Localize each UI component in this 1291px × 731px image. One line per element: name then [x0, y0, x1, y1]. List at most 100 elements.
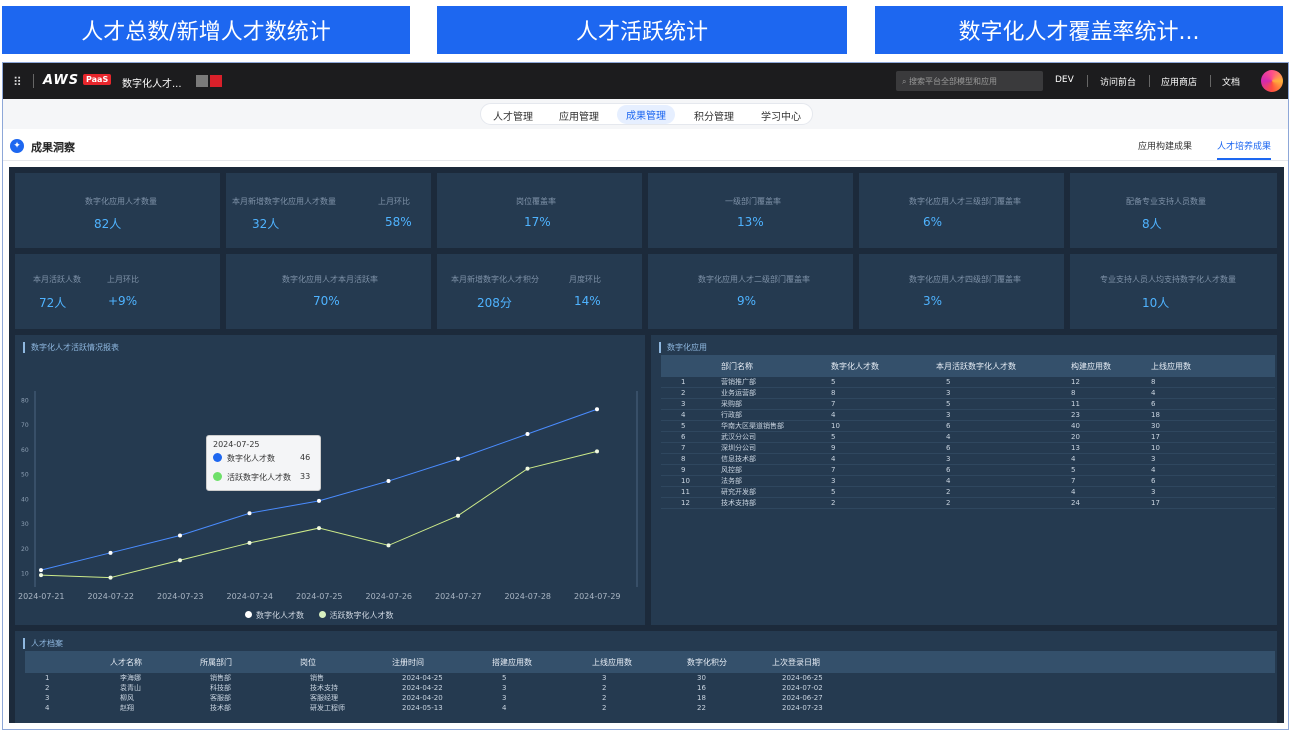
- series-point: [39, 573, 43, 578]
- dashboard: 数字化应用人才数量 82人 本月新增数字化应用人才数量 32人 上月环比 58%…: [9, 167, 1284, 723]
- table-row[interactable]: 12 技术支持部 2 2 24 17: [661, 498, 1275, 509]
- series-point: [456, 513, 460, 518]
- y-tick-label: 20: [21, 546, 29, 553]
- legend-label-talent[interactable]: 数字化人才数: [256, 611, 304, 620]
- tooltip-date: 2024-07-25: [213, 440, 260, 449]
- series-point: [247, 540, 252, 545]
- top-tab-talent-count[interactable]: 人才总数/新增人才数统计: [2, 6, 410, 54]
- table-cell: 6: [681, 433, 686, 441]
- table-cell: 2024-07-23: [782, 704, 823, 712]
- tab-app-build-results[interactable]: 应用构建成果: [1138, 139, 1192, 152]
- tab-app-management[interactable]: 应用管理: [559, 108, 599, 123]
- series-point: [178, 533, 182, 538]
- card-position-coverage: 岗位覆盖率 17%: [437, 173, 642, 248]
- card-monthly-active-rate: 数字化应用人才本月活跃率 70%: [226, 254, 431, 329]
- tab-learning-center[interactable]: 学习中心: [761, 108, 801, 123]
- tab-talent-management[interactable]: 人才管理: [493, 108, 533, 123]
- tab-results-management[interactable]: 成果管理: [617, 105, 675, 124]
- table-row[interactable]: 1 李海娜 销售部 销售 2024-04-25 5 3 30 2024-06-25: [25, 673, 1275, 683]
- table-cell: 4: [45, 704, 50, 712]
- aws-logo: AWS: [43, 73, 80, 88]
- legend-dot-active[interactable]: [318, 611, 326, 618]
- table-row[interactable]: 10 法务部 3 4 7 6: [661, 476, 1275, 487]
- table-cell: 销售部: [210, 674, 231, 682]
- nav-app-store[interactable]: 应用商店: [1161, 75, 1197, 88]
- table-cell: 20: [1071, 433, 1080, 441]
- user-avatar[interactable]: [1261, 70, 1283, 92]
- table-row[interactable]: 6 武汉分公司 5 4 20 17: [661, 432, 1275, 443]
- col-header: 上线应用数: [592, 657, 632, 667]
- table-row[interactable]: 9 风控部 7 6 5 4: [661, 465, 1275, 476]
- nav-visit-frontend[interactable]: 访问前台: [1100, 75, 1136, 88]
- table-row[interactable]: 7 深圳分公司 9 6 13 10: [661, 443, 1275, 454]
- table-row[interactable]: 4 赵翔 技术部 研发工程师 2024-05-13 4 2 22 2024-07-23: [25, 703, 1275, 713]
- top-tab-talent-active[interactable]: 人才活跃统计: [437, 6, 847, 54]
- table-cell: 6: [946, 466, 951, 474]
- x-tick-label: 2024-07-26: [366, 592, 413, 601]
- divider: [33, 74, 34, 88]
- table-cell: 武汉分公司: [721, 433, 756, 441]
- table-row[interactable]: 2 业务运营部 8 3 8 4: [661, 388, 1275, 399]
- table-cell: 5: [502, 674, 507, 682]
- table-cell: 30: [1151, 422, 1160, 430]
- table-cell: 4: [946, 433, 951, 441]
- table-cell: 3: [602, 674, 607, 682]
- card-value: 3%: [923, 294, 943, 308]
- table-cell: 9: [681, 466, 686, 474]
- series-point: [386, 479, 391, 484]
- table-cell: 法务部: [721, 477, 742, 485]
- top-tab-bar: 人才总数/新增人才数统计 人才活跃统计 数字化人才覆盖率统计...: [0, 6, 1291, 54]
- table-cell: 2024-05-13: [402, 704, 443, 712]
- card-monthly-new-points: 本月新增数字化人才积分 208分 月度环比 14%: [437, 254, 642, 329]
- table-row[interactable]: 2 袁青山 科技部 技术支持 2024-04-22 3 2 16 2024-07-02: [25, 683, 1275, 693]
- col-header: 岗位: [300, 657, 316, 667]
- table-row[interactable]: 11 研究开发部 5 2 4 3: [661, 487, 1275, 498]
- table-cell: 柳风: [120, 694, 134, 702]
- top-tab-coverage[interactable]: 数字化人才覆盖率统计...: [875, 6, 1283, 54]
- table-row[interactable]: 1 营销推广部 5 5 12 8: [661, 377, 1275, 388]
- tooltip-name-2: 活跃数字化人才数: [227, 473, 291, 482]
- search-input[interactable]: ⌕ 搜索平台全部模型和应用: [896, 71, 1043, 91]
- app-title[interactable]: 数字化人才...: [122, 75, 182, 90]
- table-row[interactable]: 4 行政部 4 3 23 18: [661, 410, 1275, 421]
- table-cell: 3: [502, 694, 507, 702]
- table-cell: 销售: [310, 674, 324, 682]
- table-cell: 2024-04-25: [402, 674, 443, 682]
- table-cell: 赵翔: [120, 704, 134, 712]
- card-label: 岗位覆盖率: [516, 197, 556, 206]
- col-header: [661, 355, 721, 377]
- apps-grid-icon[interactable]: ⠿: [13, 75, 22, 89]
- table-cell: 采购部: [721, 400, 742, 408]
- card-label: 本月新增数字化人才积分: [451, 275, 539, 284]
- table-cell: 2024-07-02: [782, 684, 823, 692]
- tab-talent-training-results[interactable]: 人才培养成果: [1217, 139, 1272, 160]
- col-header: 上线应用数: [1151, 361, 1191, 371]
- col-header: 搭建应用数: [492, 657, 532, 667]
- legend-dot-talent[interactable]: [245, 611, 252, 618]
- table-row[interactable]: 3 柳风 客服部 客服经理 2024-04-20 3 2 18 2024-06-27: [25, 693, 1275, 703]
- tab-points-management[interactable]: 积分管理: [694, 108, 734, 123]
- table-cell: 7: [681, 444, 686, 452]
- table-row[interactable]: 5 华南大区渠道销售部 10 6 40 30: [661, 421, 1275, 432]
- table-cell: 业务运营部: [721, 389, 756, 397]
- y-tick-label: 40: [21, 496, 29, 503]
- table-cell: 5: [831, 433, 836, 441]
- table-cell: 深圳分公司: [721, 444, 756, 452]
- table-cell: 18: [1151, 411, 1160, 419]
- table-cell: 4: [831, 455, 836, 463]
- col-header: 上次登录日期: [772, 657, 820, 667]
- legend-label-active[interactable]: 活跃数字化人才数: [330, 611, 394, 620]
- table-row[interactable]: 8 信息技术部 4 3 4 3: [661, 454, 1275, 465]
- nav-docs[interactable]: 文档: [1222, 75, 1240, 88]
- nav-dev[interactable]: DEV: [1055, 75, 1074, 85]
- table-cell: 3: [946, 455, 951, 463]
- table-cell: 风控部: [721, 466, 742, 474]
- card-value: 8人: [1142, 217, 1162, 231]
- table-cell: 2: [602, 694, 607, 702]
- table-row[interactable]: 3 采购部 7 5 11 6: [661, 399, 1275, 410]
- app-icon-red: [210, 75, 222, 87]
- x-tick-label: 2024-07-23: [157, 592, 204, 601]
- table-cell: 科技部: [210, 684, 231, 692]
- table-cell: 18: [697, 694, 706, 702]
- app-window: ⠿ AWS PaaS 数字化人才... ⌕ 搜索平台全部模型和应用 DEV 访问…: [2, 62, 1289, 730]
